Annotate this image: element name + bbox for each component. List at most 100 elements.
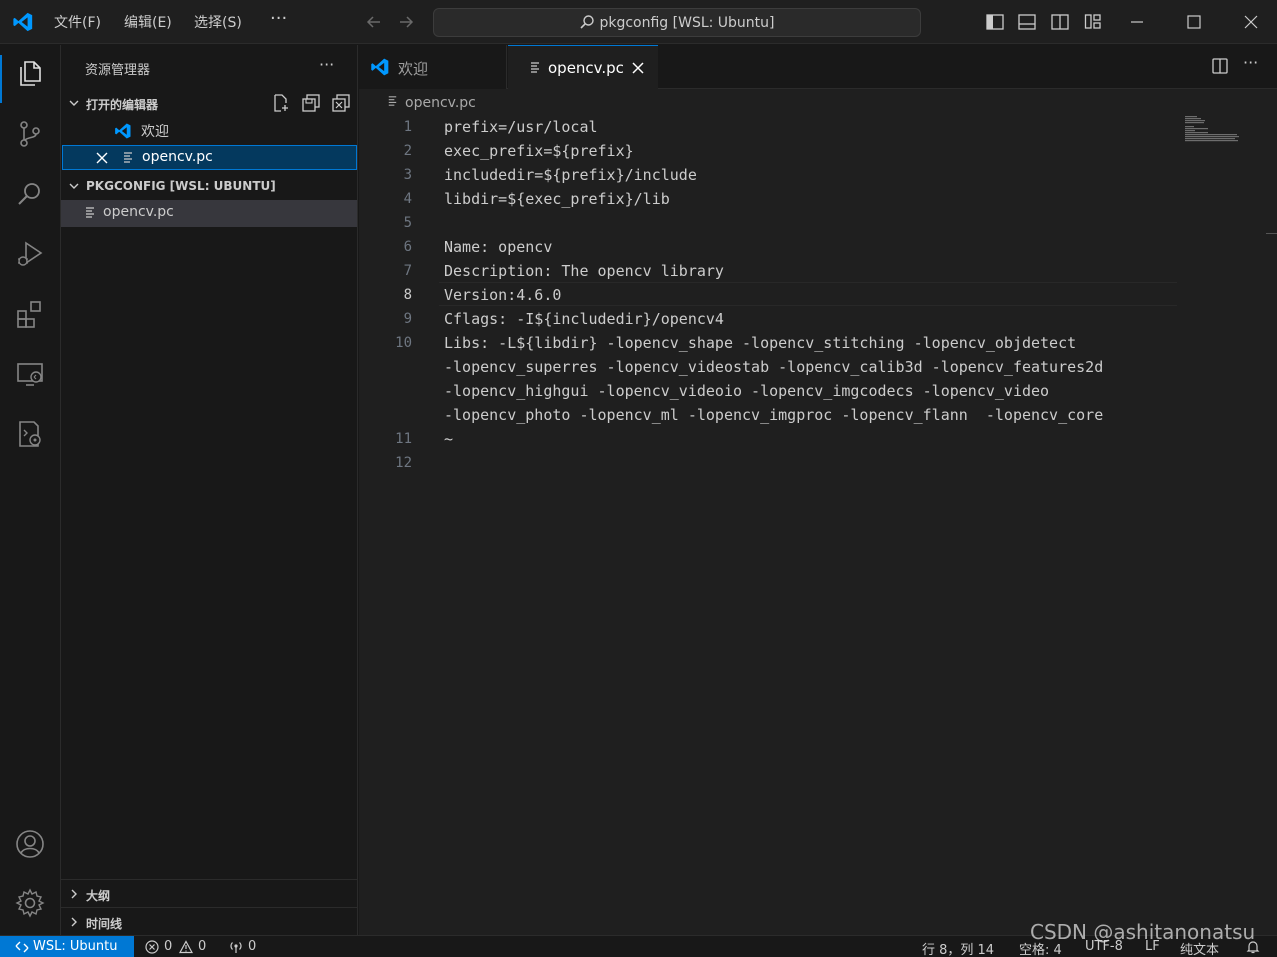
line-number — [379, 355, 412, 379]
source-control-icon[interactable] — [14, 118, 46, 150]
code-line[interactable]: includedir=${prefix}/include — [444, 163, 697, 187]
section-timeline[interactable]: 时间线 — [61, 911, 357, 933]
section-outline[interactable]: 大纲 — [61, 883, 357, 905]
warning-icon[interactable] — [179, 940, 193, 954]
toggle-panel-icon[interactable] — [1017, 12, 1037, 32]
maximize-icon[interactable] — [1184, 12, 1204, 32]
editor-more-button[interactable]: ··· — [1243, 53, 1258, 72]
command-center-search[interactable]: pkgconfig [WSL: Ubuntu] — [433, 8, 921, 37]
vscode-logo-icon — [370, 57, 390, 77]
code-line[interactable]: libdir=${exec_prefix}/lib — [444, 187, 670, 211]
line-number: 5 — [403, 215, 412, 231]
breadcrumb[interactable]: opencv.pc — [386, 95, 476, 111]
explorer-icon[interactable] — [14, 57, 46, 89]
line-number: 12 — [395, 455, 412, 471]
new-untitled-file-icon[interactable] — [271, 93, 291, 113]
line-number: 11 — [395, 431, 412, 447]
go-forward-icon[interactable] — [396, 12, 416, 32]
close-icon[interactable] — [631, 61, 645, 75]
activity-bar — [0, 45, 61, 935]
remote-indicator[interactable]: WSL: Ubuntu — [0, 936, 134, 957]
remote-icon — [15, 940, 29, 954]
open-editor-item[interactable]: opencv.pc — [62, 145, 357, 170]
run-debug-icon[interactable] — [14, 238, 46, 270]
file-tree-label: opencv.pc — [103, 204, 174, 220]
scrollbar[interactable] — [1266, 233, 1277, 234]
search-icon[interactable] — [14, 178, 46, 210]
code-line[interactable]: exec_prefix=${prefix} — [444, 139, 634, 163]
toggle-primary-sidebar-icon[interactable] — [985, 12, 1005, 32]
code-line[interactable]: Name: opencv — [444, 235, 552, 259]
code-line[interactable]: prefix=/usr/local — [444, 115, 598, 139]
code-line[interactable]: Cflags: -I${includedir}/opencv4 — [444, 307, 724, 331]
close-icon[interactable] — [95, 151, 109, 165]
section-outline-label: 大纲 — [86, 889, 111, 903]
line-number: 9 — [403, 311, 412, 327]
file-tree-item[interactable]: opencv.pc — [61, 200, 357, 227]
file-text-icon — [121, 151, 135, 165]
gear-icon[interactable] — [14, 887, 46, 919]
tab-label: opencv.pc — [548, 59, 624, 77]
active-indicator — [0, 55, 2, 103]
code-editor[interactable]: opencv.pc 1 prefix=/usr/local 2 exec_prefix… — [359, 89, 1277, 935]
line-number: 8 — [403, 287, 412, 303]
chevron-right-icon — [67, 915, 81, 929]
sidebar-more-button[interactable]: ··· — [319, 55, 334, 74]
line-number: 1 — [403, 119, 412, 135]
file-text-icon — [83, 206, 97, 220]
remote-explorer-icon[interactable] — [14, 358, 46, 390]
close-window-icon[interactable] — [1241, 12, 1261, 32]
cursor-position[interactable]: 行 8，列 14 — [922, 939, 994, 957]
file-text-icon — [528, 61, 542, 75]
command-center-label: pkgconfig [WSL: Ubuntu] — [599, 15, 775, 31]
tab-opencv[interactable]: opencv.pc — [508, 45, 658, 89]
chevron-down-icon — [67, 96, 81, 110]
warning-count[interactable]: 0 — [198, 939, 206, 954]
code-line[interactable]: -lopencv_superres -lopencv_videostab -lo… — [444, 355, 1103, 379]
close-all-editors-icon[interactable] — [331, 93, 351, 113]
account-icon[interactable] — [14, 828, 46, 860]
remote-label: WSL: Ubuntu — [33, 939, 118, 954]
go-back-icon[interactable] — [364, 12, 384, 32]
extensions-icon[interactable] — [14, 298, 46, 330]
file-text-icon — [386, 95, 399, 108]
code-line[interactable]: Description: The opencv library — [444, 259, 724, 283]
sidebar-title: 资源管理器 — [85, 63, 151, 78]
breadcrumb-file: opencv.pc — [405, 95, 476, 111]
vscode-logo-icon — [12, 11, 34, 33]
toggle-secondary-sidebar-icon[interactable] — [1050, 12, 1070, 32]
line-number: 6 — [403, 239, 412, 255]
explorer-sidebar: 资源管理器 ··· 打开的编辑器 欢迎 opencv.pc PKGCONFIG … — [61, 45, 358, 935]
search-icon — [579, 14, 595, 30]
ports-icon[interactable] — [229, 940, 243, 954]
minimize-icon[interactable] — [1127, 12, 1147, 32]
test-icon[interactable] — [14, 418, 46, 450]
code-line[interactable]: -lopencv_photo -lopencv_ml -lopencv_imgp… — [444, 403, 1103, 427]
menu-edit[interactable]: 编辑(E) — [124, 12, 172, 32]
tab-welcome[interactable]: 欢迎 — [359, 45, 507, 89]
section-workspace-label: PKGCONFIG [WSL: UBUNTU] — [86, 179, 276, 193]
menu-file[interactable]: 文件(F) — [54, 12, 101, 32]
minimap[interactable] — [1184, 115, 1264, 145]
tab-label: 欢迎 — [398, 60, 429, 78]
open-editor-item[interactable]: 欢迎 — [61, 117, 357, 143]
error-icon[interactable] — [145, 940, 159, 954]
line-number: 4 — [403, 191, 412, 207]
error-count[interactable]: 0 — [164, 939, 172, 954]
code-line[interactable]: -lopencv_highgui -lopencv_videoio -lopen… — [444, 379, 1049, 403]
menu-more-button[interactable]: ··· — [270, 8, 287, 29]
code-line[interactable]: Version:4.6.0 — [444, 283, 561, 307]
line-number: 10 — [395, 335, 412, 351]
line-number: 7 — [403, 263, 412, 279]
chevron-right-icon — [67, 887, 81, 901]
menu-selection[interactable]: 选择(S) — [194, 12, 242, 32]
customize-layout-icon[interactable] — [1083, 12, 1103, 32]
ports-count[interactable]: 0 — [248, 939, 256, 954]
code-line[interactable]: Libs: -L${libdir} -lopencv_shape -lopenc… — [444, 331, 1076, 355]
section-workspace[interactable]: PKGCONFIG [WSL: UBUNTU] — [61, 175, 357, 197]
open-editor-label: opencv.pc — [142, 149, 213, 165]
save-all-icon[interactable] — [301, 93, 321, 113]
split-editor-icon[interactable] — [1211, 57, 1229, 75]
code-line[interactable]: ~ — [444, 427, 453, 451]
section-open-editors[interactable]: 打开的编辑器 — [61, 92, 357, 114]
